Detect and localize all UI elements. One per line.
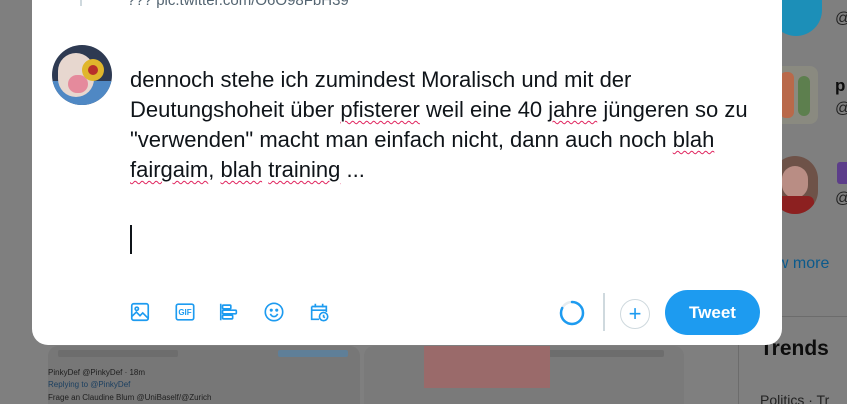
avatar[interactable]: [52, 45, 112, 105]
sidebar-handle: @: [835, 190, 847, 208]
schedule-icon[interactable]: [306, 299, 332, 325]
background-tweet-text: Frage an Claudine Blum @UniBaself/@Zuric…: [48, 393, 212, 402]
tweet-text-segment: ,: [208, 157, 221, 182]
thread-connector: [80, 0, 82, 6]
gif-label: GIF: [178, 307, 192, 317]
trend-category: Politics · Tr: [760, 392, 830, 404]
misspelled-word: jahre: [548, 97, 598, 122]
highlighted-text-image: [424, 346, 550, 388]
background-tweet-reply: Replying to @PinkyDef: [48, 380, 131, 389]
add-tweet-button[interactable]: +: [620, 299, 650, 329]
sidebar-name: p: [835, 76, 846, 95]
tweet-text-segment: weil eine 40: [419, 97, 549, 122]
gif-icon[interactable]: GIF: [172, 299, 198, 325]
tweet-text-area[interactable]: dennoch stehe ich zumindest Moralisch un…: [130, 65, 750, 185]
misspelled-word: blah: [220, 157, 263, 182]
misspelled-word: pfisterer: [340, 97, 420, 122]
tweet-text-segment: [714, 127, 720, 152]
image-icon[interactable]: [127, 299, 153, 325]
quoted-tweet-link[interactable]: ??? pic.twitter.com/O6O98FbH39: [127, 0, 349, 9]
tweet-text-segment: ...: [340, 157, 365, 182]
badge-icon: [837, 162, 847, 184]
background-tweet-author: PinkyDef @PinkyDef · 18m: [48, 368, 146, 377]
tweet-button[interactable]: Tweet: [665, 290, 760, 335]
poll-icon[interactable]: [216, 299, 242, 325]
text-cursor: [130, 225, 132, 254]
toolbar-divider: [603, 293, 605, 331]
misspelled-word: fairgaim: [130, 157, 209, 182]
sidebar-handle: @: [835, 100, 847, 118]
emoji-icon[interactable]: [261, 299, 287, 325]
misspelled-word: blah: [672, 127, 715, 152]
misspelled-word: training: [268, 157, 341, 182]
sidebar-handle: @: [835, 10, 847, 28]
character-count-ring: [559, 300, 585, 326]
